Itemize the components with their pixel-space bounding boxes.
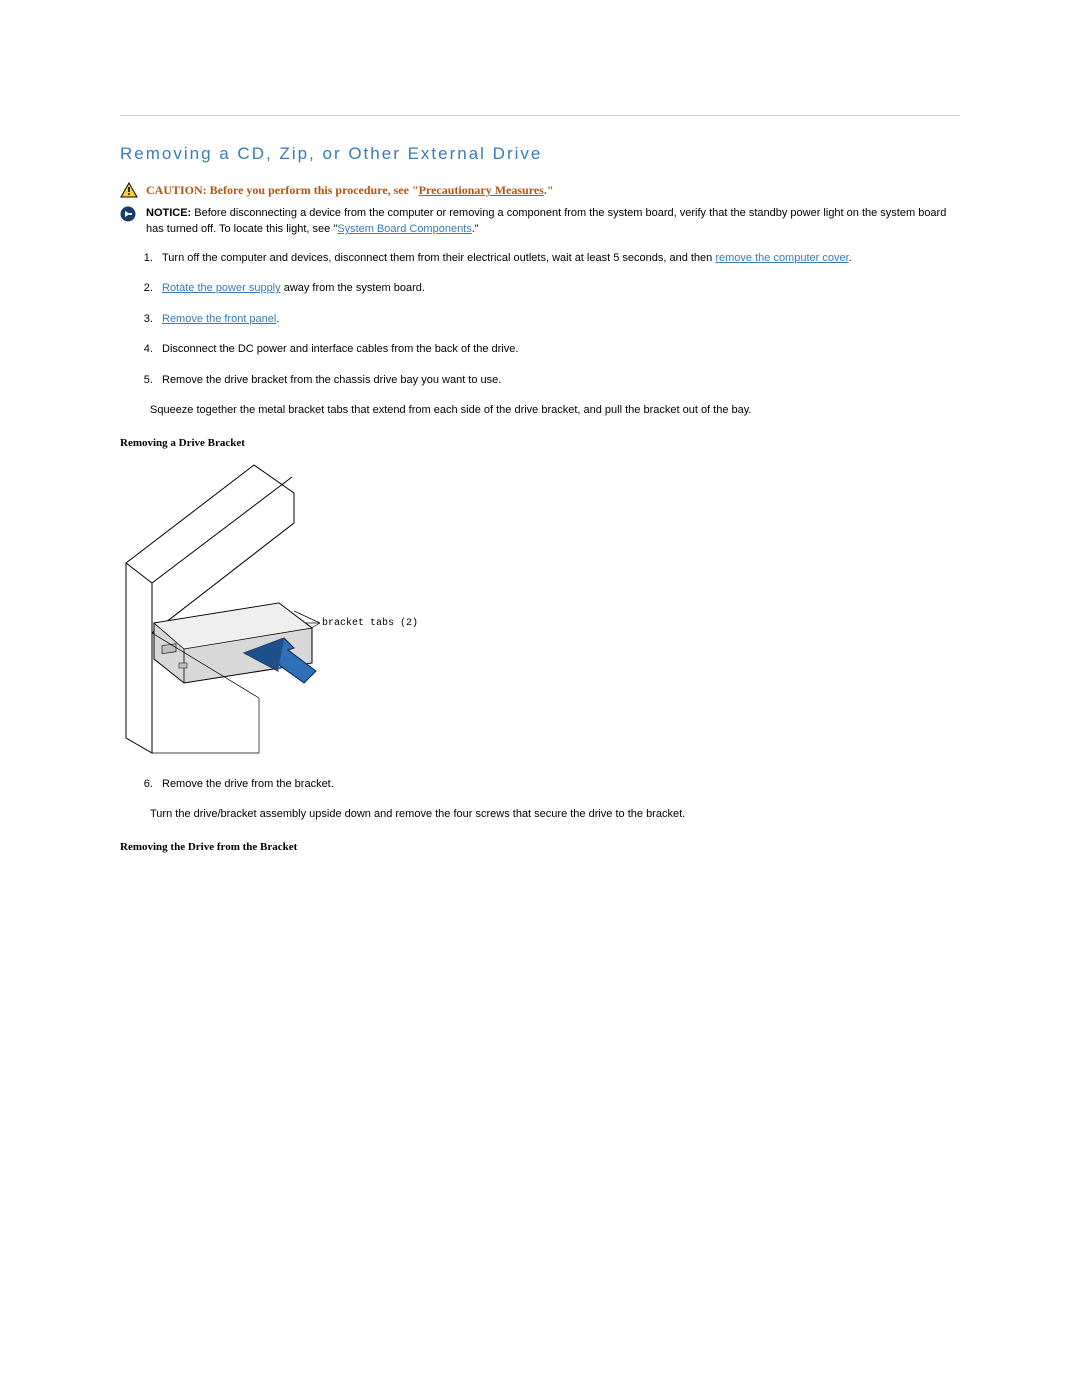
step-list-6: Remove the drive from the bracket. [120,776,960,793]
link-rotate-power-supply[interactable]: Rotate the power supply [162,282,281,294]
step-1: Turn off the computer and devices, disco… [156,250,960,267]
figure-1-caption: Removing a Drive Bracket [120,437,960,449]
step-2-after: away from the system board. [281,282,425,294]
notice-after: ." [472,223,479,235]
caution-text: CAUTION: Before you perform this procedu… [146,182,960,199]
step-4: Disconnect the DC power and interface ca… [156,341,960,358]
notice-text: NOTICE: Before disconnecting a device fr… [146,206,960,238]
link-precautionary-measures[interactable]: Precautionary Measures [419,183,544,197]
figure-1-label: bracket tabs (2) [322,618,418,629]
notice-label: NOTICE: [146,207,194,219]
step-1-after: . [849,252,852,264]
content-area: Removing a CD, Zip, or Other External Dr… [120,144,960,853]
link-remove-front-panel[interactable]: Remove the front panel [162,313,276,325]
section-heading: Removing a CD, Zip, or Other External Dr… [120,144,960,164]
divider [120,115,960,116]
step-list-1-5: Turn off the computer and devices, disco… [120,250,960,389]
caution-row: CAUTION: Before you perform this procedu… [120,182,960,200]
notice-before: Before disconnecting a device from the c… [146,207,946,235]
link-system-board-components[interactable]: System Board Components [337,223,472,235]
step-5-para: Squeeze together the metal bracket tabs … [150,402,960,419]
step-3: Remove the front panel. [156,311,960,328]
step-6-para: Turn the drive/bracket assembly upside d… [150,806,960,823]
step-6: Remove the drive from the bracket. [156,776,960,793]
figure-1: bracket tabs (2) [124,463,414,758]
notice-row: NOTICE: Before disconnecting a device fr… [120,206,960,238]
step-2: Rotate the power supply away from the sy… [156,280,960,297]
caution-triangle-icon [120,182,138,200]
notice-arrow-icon [120,206,138,224]
caution-prefix: CAUTION: Before you perform this procedu… [146,183,419,197]
alert-block: CAUTION: Before you perform this procedu… [120,182,960,238]
figure-2-caption: Removing the Drive from the Bracket [120,841,960,853]
link-remove-computer-cover[interactable]: remove the computer cover [715,252,848,264]
step-1-before: Turn off the computer and devices, disco… [162,252,715,264]
caution-suffix: ." [544,183,554,197]
step-3-after: . [276,313,279,325]
step-5: Remove the drive bracket from the chassi… [156,372,960,389]
